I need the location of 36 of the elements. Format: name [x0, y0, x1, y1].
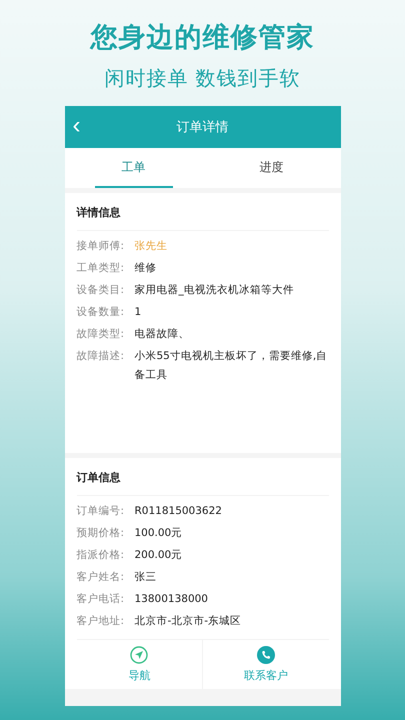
field-label: 设备数量: — [76, 305, 126, 320]
field-label: 指派价格: — [76, 548, 126, 563]
back-button[interactable]: ‹ — [68, 112, 84, 140]
section-title: 订单信息 — [76, 458, 328, 496]
field-value: 家用电器_电视洗衣机冰箱等大件 — [134, 283, 295, 298]
field-value: 维修 — [134, 261, 158, 276]
field-label: 客户地址: — [76, 614, 126, 629]
field-label: 故障描述: — [76, 349, 126, 364]
field-label: 客户姓名: — [76, 570, 126, 585]
subtitle: 闲时接单 数钱到手软 — [104, 65, 301, 92]
phone-icon — [256, 646, 275, 664]
field-value: 张三 — [134, 570, 158, 585]
field-label: 故障类型: — [76, 327, 126, 342]
field-value: 张先生 — [134, 239, 168, 254]
field-value: 1 — [134, 305, 142, 320]
field-label: 订单编号: — [76, 504, 126, 519]
field-value: 小米55寸电视机主板坏了，需要维修,自备工具 — [134, 349, 328, 383]
field-label: 接单师傅: — [76, 239, 126, 254]
section-title: 详情信息 — [76, 193, 328, 231]
field-value: 100.00元 — [134, 526, 184, 541]
page-title: 订单详情 — [176, 119, 228, 136]
headline: 您身边的维修管家 — [90, 21, 314, 55]
field-label: 预期价格: — [76, 526, 126, 541]
tab[interactable]: 进度 — [232, 148, 310, 188]
field-label: 客户电话: — [76, 592, 126, 607]
field-value: 200.00元 — [134, 548, 184, 563]
field-value: 北京市-北京市-东城区 — [134, 614, 242, 629]
field-label: 设备类目: — [76, 283, 126, 298]
navigate-button[interactable]: 导航 — [76, 640, 202, 689]
tab[interactable]: 工单 — [94, 148, 172, 188]
field-label: 工单类型: — [76, 261, 126, 276]
contact-button[interactable]: 联系客户 — [202, 640, 328, 689]
field-value: 13800138000 — [134, 592, 209, 607]
navigation-icon — [130, 646, 148, 664]
field-value: R011815003622 — [134, 504, 223, 519]
field-value: 电器故障、 — [134, 327, 190, 342]
